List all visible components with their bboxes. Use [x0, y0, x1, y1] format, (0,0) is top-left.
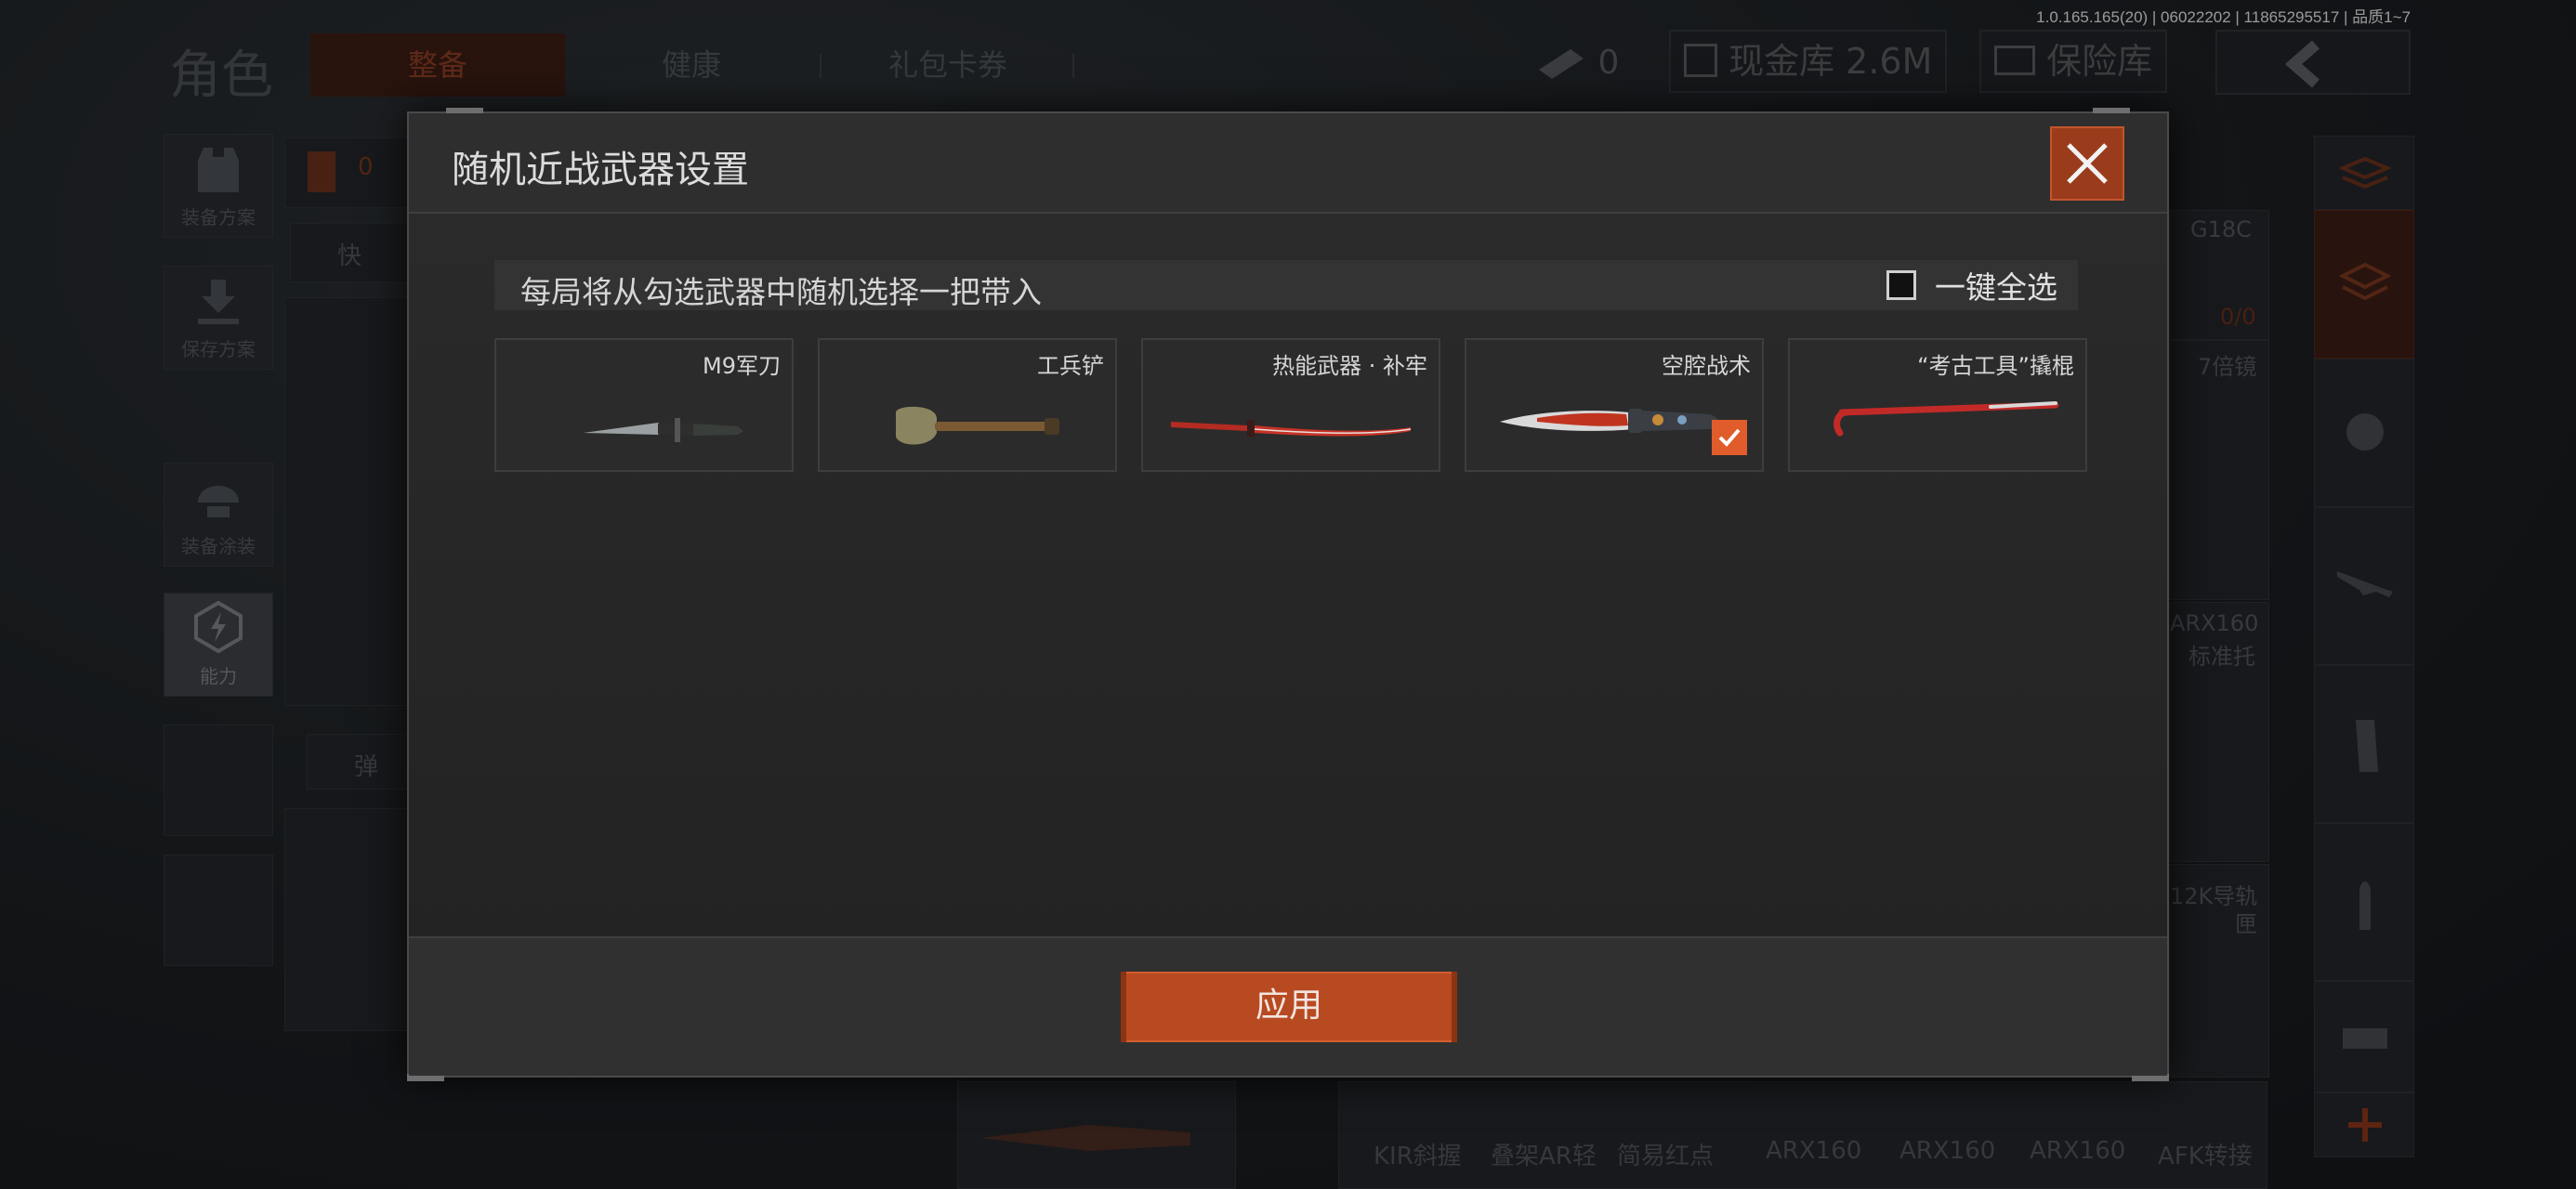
weapon-name: “考古工具”撬棍: [1917, 353, 2074, 379]
apply-button[interactable]: 应用: [1121, 972, 1457, 1042]
dialog-header: 随机近战武器设置: [409, 113, 2167, 214]
melee-settings-dialog: 随机近战武器设置 每局将从勾选武器中随机选择一把带入 一键全选 M9军刀 工兵铲: [407, 108, 2169, 1081]
weapon-card-tactical[interactable]: 空腔战术: [1465, 338, 1764, 472]
select-all-toggle[interactable]: 一键全选: [1886, 266, 2057, 306]
weapon-name: M9军刀: [703, 353, 781, 379]
weapon-card-m9[interactable]: M9军刀: [494, 338, 794, 472]
checkmark-icon: [1718, 428, 1741, 447]
close-icon: [2067, 143, 2108, 184]
weapon-name: 热能武器 · 补牢: [1272, 353, 1427, 379]
crowbar-icon: [1833, 401, 2059, 437]
bayonet-icon: [584, 418, 743, 442]
close-button[interactable]: [2050, 126, 2124, 201]
select-all-checkbox[interactable]: [1886, 270, 1916, 300]
weapon-list: M9军刀 工兵铲 热能武器 · 补牢 空腔战术 “考古工具”撬棍: [494, 338, 2089, 472]
info-bar: 每局将从勾选武器中随机选择一把带入 一键全选: [494, 260, 2078, 310]
weapon-name: 空腔战术: [1662, 353, 1751, 379]
info-text: 每局将从勾选武器中随机选择一把带入: [520, 274, 1042, 310]
tactical-knife-icon: [1500, 409, 1718, 433]
weapon-card-shovel[interactable]: 工兵铲: [818, 338, 1117, 472]
weapon-name: 工兵铲: [1037, 353, 1104, 379]
weapon-card-crowbar[interactable]: “考古工具”撬棍: [1788, 338, 2087, 472]
dialog-body: [409, 214, 2167, 936]
weapon-card-katana[interactable]: 热能武器 · 补牢: [1141, 338, 1440, 472]
shovel-icon: [896, 406, 1059, 445]
dialog-title: 随机近战武器设置: [452, 149, 749, 191]
selected-checkmark[interactable]: [1712, 420, 1747, 455]
select-all-label: 一键全选: [1935, 269, 2057, 306]
katana-icon: [1171, 420, 1412, 437]
dialog-footer: 应用: [409, 936, 2167, 1076]
